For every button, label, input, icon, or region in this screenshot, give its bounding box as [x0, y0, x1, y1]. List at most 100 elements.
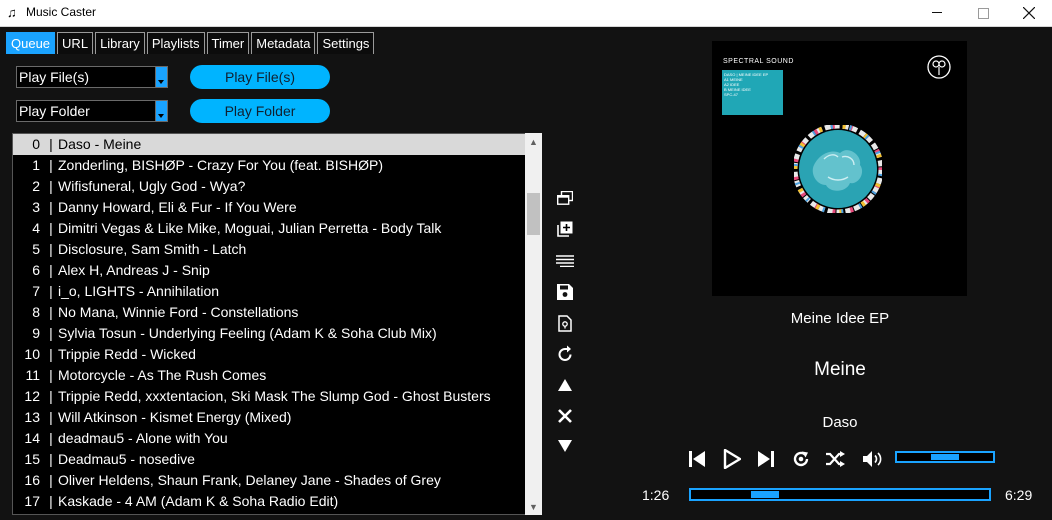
queue-row[interactable]: 4 | Dimitri Vegas & Like Mike, Moguai, Jul…: [13, 218, 525, 239]
file-location-button[interactable]: [554, 312, 576, 334]
album-name: Meine Idee EP: [790, 310, 890, 327]
window-title: Music Caster: [26, 5, 97, 19]
queue-row-separator: |: [49, 262, 53, 278]
play-file-combo-value: Play File(s): [19, 69, 90, 85]
play-folder-button[interactable]: Play Folder: [190, 99, 330, 123]
queue-scrollbar[interactable]: ▲ ▼: [525, 133, 542, 515]
queue-listbox[interactable]: 0 | Daso - Meine 1 | Zonderling, BISHØP - Cra…: [12, 133, 526, 515]
queue-row[interactable]: 17 | Kaskade - 4 AM (Adam K & Soha Radio E…: [13, 491, 525, 512]
queue-row[interactable]: 16 | Oliver Heldens, Shaun Frank, Delaney …: [13, 470, 525, 491]
volume-slider-knob[interactable]: [930, 453, 960, 461]
queue-row-separator: |: [49, 178, 53, 194]
remove-button[interactable]: [554, 405, 576, 427]
tab-playlists[interactable]: Playlists: [146, 32, 205, 54]
time-elapsed: 1:26: [642, 487, 670, 503]
repeat-button[interactable]: [554, 342, 576, 364]
queue-row[interactable]: 15 | Deadmau5 - nosedive: [13, 449, 525, 470]
volume-slider[interactable]: [895, 451, 995, 463]
move-up-button[interactable]: [554, 374, 576, 396]
shuffle-button[interactable]: [823, 447, 847, 471]
move-down-button[interactable]: [554, 435, 576, 457]
time-total: 6:29: [1005, 487, 1033, 503]
queue-row-index: 17: [24, 493, 40, 509]
play-files-button[interactable]: Play File(s): [190, 65, 330, 89]
label-logo-icon: [927, 55, 951, 79]
album-art-cover-line: SPC-47: [724, 92, 739, 97]
tab-settings[interactable]: Settings: [317, 32, 375, 54]
add-to-queue-button[interactable]: [554, 218, 576, 240]
save-button[interactable]: [554, 281, 576, 303]
queue-row-separator: |: [49, 325, 53, 341]
queue-row-title: i_o, LIGHTS - Annihilation: [58, 283, 220, 299]
queue-row-title: Dimitri Vegas & Like Mike, Moguai, Julia…: [58, 220, 442, 236]
queue-row-index: 9: [32, 325, 40, 341]
queue-row-title: Will Atkinson - Kismet Energy (Mixed): [58, 409, 292, 425]
queue-row-separator: |: [49, 157, 53, 173]
mute-button[interactable]: [860, 447, 884, 471]
queue-row-index: 13: [24, 409, 40, 425]
save-icon: [557, 284, 573, 300]
queue-row[interactable]: 10 | Trippie Redd - Wicked: [13, 344, 525, 365]
queue-row-index: 5: [32, 241, 40, 257]
maximize-icon: [977, 7, 989, 19]
queue-row[interactable]: 9 | Sylvia Tosun - Underlying Feeling (Ada…: [13, 323, 525, 344]
queue-row-separator: |: [49, 472, 53, 488]
play-button[interactable]: [720, 447, 744, 471]
scroll-thumb[interactable]: [527, 193, 540, 235]
chevron-down-icon[interactable]: [155, 66, 168, 88]
scroll-up-icon[interactable]: ▲: [525, 133, 542, 150]
tab-library[interactable]: Library: [95, 32, 145, 54]
queue-row-index: 14: [24, 430, 40, 446]
queue-row-title: Oliver Heldens, Shaun Frank, Delaney Jan…: [58, 472, 441, 488]
next-track-button[interactable]: [754, 447, 778, 471]
album-art-cover-box: DASO | MEINE IDEE EP A1 MEINE A2 IDEE B …: [722, 70, 783, 115]
queue-row-index: 1: [32, 157, 40, 173]
progress-slider[interactable]: [689, 488, 991, 501]
queue-row[interactable]: 12 | Trippie Redd, xxxtentacion, Ski Mask …: [13, 386, 525, 407]
queue-row[interactable]: 1 | Zonderling, BISHØP - Crazy For You (fe…: [13, 155, 525, 176]
queue-row[interactable]: 8 | No Mana, Winnie Ford - Constellations: [13, 302, 525, 323]
title-bar: ♫ Music Caster: [0, 0, 1052, 27]
move-down-icon: [558, 440, 572, 452]
tab-url[interactable]: URL: [57, 32, 94, 54]
queue-row-title: Kaskade - 4 AM (Adam K & Soha Radio Edit…: [58, 493, 339, 509]
queue-row[interactable]: 2 | Wifisfuneral, Ugly God - Wya?: [13, 176, 525, 197]
progress-slider-knob[interactable]: [750, 490, 780, 499]
queue-list-button[interactable]: [554, 250, 576, 272]
queue-row-title: Wifisfuneral, Ugly God - Wya?: [58, 178, 246, 194]
tab-metadata[interactable]: Metadata: [251, 32, 316, 54]
queue-row-separator: |: [49, 430, 53, 446]
queue-row[interactable]: 14 | deadmau5 - Alone with You: [13, 428, 525, 449]
queue-row-title: deadmau5 - Alone with You: [58, 430, 228, 446]
repeat-icon: [793, 451, 809, 467]
queue-row[interactable]: 3 | Danny Howard, Eli & Fur - If You Were: [13, 197, 525, 218]
queue-row[interactable]: 13 | Will Atkinson - Kismet Energy (Mixed): [13, 407, 525, 428]
tab-timer[interactable]: Timer: [206, 32, 250, 54]
queue-row-index: 16: [24, 472, 40, 488]
shuffle-icon: [826, 451, 845, 467]
queue-row-index: 15: [24, 451, 40, 467]
repeat-toggle-button[interactable]: [789, 447, 813, 471]
scroll-down-icon[interactable]: ▼: [525, 498, 542, 515]
queue-row[interactable]: 6 | Alex H, Andreas J - Snip: [13, 260, 525, 281]
maximize-button[interactable]: [960, 0, 1006, 26]
skip-previous-icon: [689, 451, 705, 467]
play-file-combo[interactable]: Play File(s): [16, 66, 168, 88]
queue-row-separator: |: [49, 346, 53, 362]
play-folder-combo[interactable]: Play Folder: [16, 100, 168, 122]
skip-next-icon: [758, 451, 774, 467]
queue-row[interactable]: 5 | Disclosure, Sam Smith - Latch: [13, 239, 525, 260]
window-restore-button[interactable]: [554, 187, 576, 209]
previous-track-button[interactable]: [685, 447, 709, 471]
queue-row[interactable]: 11 | Motorcycle - As The Rush Comes: [13, 365, 525, 386]
close-button[interactable]: [1006, 0, 1052, 26]
queue-row[interactable]: 7 | i_o, LIGHTS - Annihilation: [13, 281, 525, 302]
queue-row-title: Danny Howard, Eli & Fur - If You Were: [58, 199, 297, 215]
queue-row-index: 8: [32, 304, 40, 320]
chevron-down-icon[interactable]: [155, 100, 168, 122]
minimize-button[interactable]: [914, 0, 960, 26]
tab-queue[interactable]: Queue: [6, 32, 56, 54]
queue-row[interactable]: 0 | Daso - Meine: [13, 134, 525, 155]
remove-icon: [558, 409, 572, 423]
queue-row-title: Daso - Meine: [58, 136, 142, 152]
